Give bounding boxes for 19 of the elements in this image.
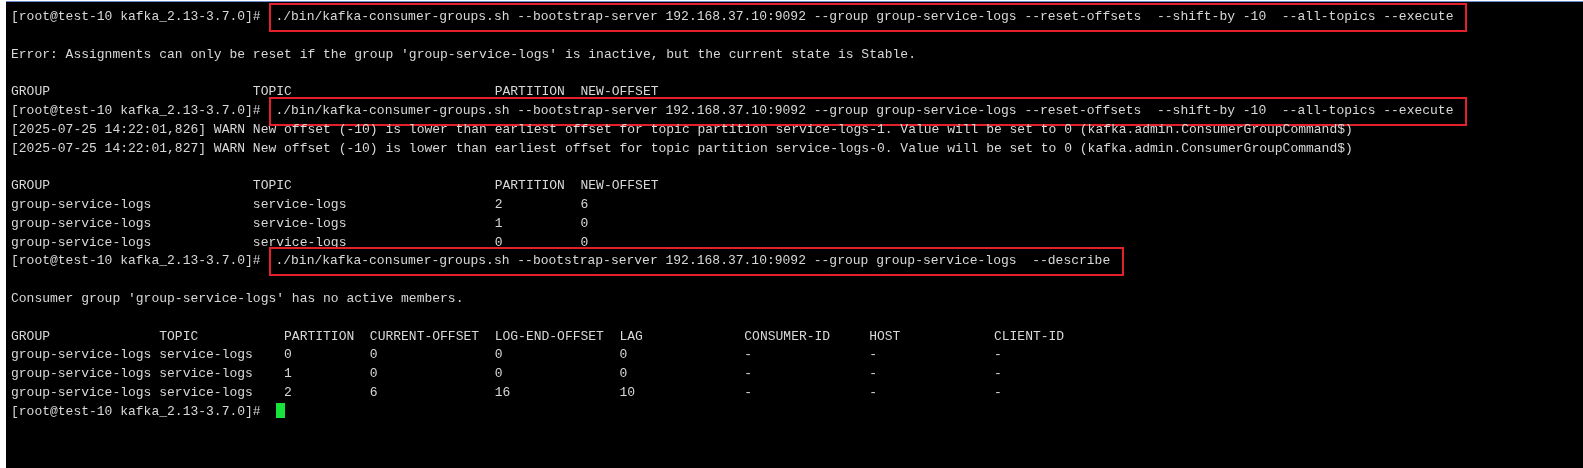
output-line: GROUP TOPIC PARTITION CURRENT-OFFSET LOG-END-OFFSET LAG CONSUMER-ID HOST CLIENT-ID	[11, 328, 1065, 344]
output-line: Error: Assignments can only be reset if the group 'group-service-logs' is inactive, but the current state is Stable.	[11, 46, 916, 62]
output-line: group-service-logs service-logs 0 0	[11, 234, 589, 250]
output-line: group-service-logs service-logs 1 0	[11, 215, 589, 231]
output-line: GROUP TOPIC PARTITION NEW-OFFSET	[11, 178, 659, 194]
shell-prompt: [root@test-10 kafka_2.13-3.7.0]#	[11, 403, 261, 419]
text-cursor	[276, 402, 286, 418]
output-line: group-service-logs service-logs 2 6	[11, 196, 589, 212]
output-line: group-service-logs service-logs 2 6 16 10 - - -	[11, 384, 1002, 400]
output-line: [2025-07-25 14:22:01,827] WARN New offset (-10) is lower than earliest offset for topic partition service-logs-0. Value will be set to 0 (kafka.admin.ConsumerGroupCommand$)	[11, 140, 1353, 156]
shell-prompt: [root@test-10 kafka_2.13-3.7.0]#	[11, 9, 261, 24]
output-line: group-service-logs service-logs 1 0 0 0 - - -	[11, 366, 1002, 382]
output-line: group-service-logs service-logs 0 0 0 0 - - -	[11, 347, 1002, 363]
highlighted-command: ./bin/kafka-consumer-groups.sh --bootstrap-server 192.168.37.10:9092 --group group-service-logs --describe	[269, 247, 1125, 277]
output-line: GROUP TOPIC PARTITION NEW-OFFSET	[11, 84, 659, 100]
shell-prompt: [root@test-10 kafka_2.13-3.7.0]#	[11, 103, 261, 118]
shell-prompt: [root@test-10 kafka_2.13-3.7.0]#	[11, 253, 261, 269]
highlighted-command: ./bin/kafka-consumer-groups.sh --bootstrap-server 192.168.37.10:9092 --group group-service-logs --reset-offsets --shift-by -10 --all-topics --execute	[269, 3, 1468, 32]
output-line: Consumer group 'group-service-logs' has no active members.	[11, 290, 464, 306]
